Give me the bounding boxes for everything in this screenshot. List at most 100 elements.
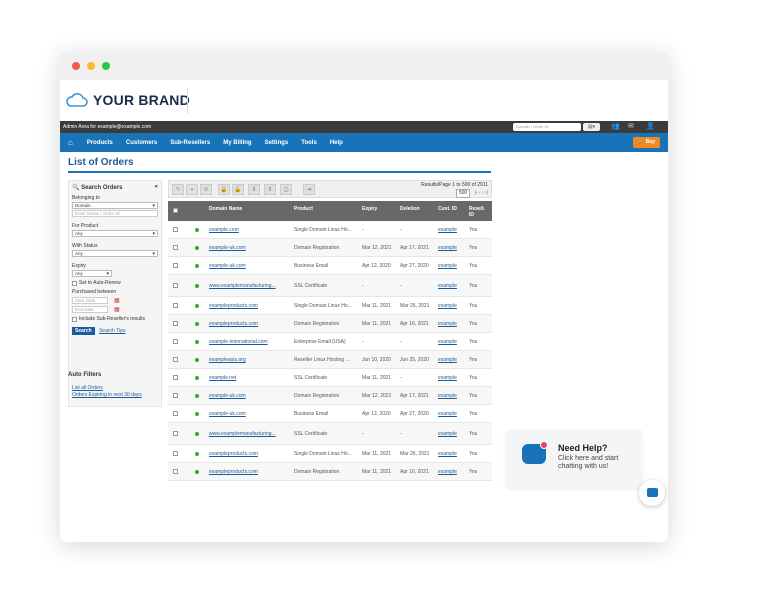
customer-id-link[interactable]: example — [438, 451, 457, 457]
need-help-widget[interactable]: Need Help? Click here and start chatting… — [506, 430, 642, 488]
download-icon[interactable]: ⬇ — [248, 184, 260, 195]
collapse-sidebar-icon[interactable]: « — [155, 184, 158, 191]
end-date-input[interactable]: End Date — [72, 306, 108, 313]
nav-help[interactable]: Help — [330, 140, 343, 146]
zoom-window-dot[interactable] — [102, 62, 110, 70]
customer-id-link[interactable]: example — [438, 393, 457, 399]
lock-icon[interactable]: 🔒 — [218, 184, 230, 195]
domain-link[interactable]: www.examplemanufacturing... — [209, 431, 289, 437]
row-checkbox[interactable] — [173, 283, 178, 290]
chat-launcher-button[interactable] — [639, 480, 665, 506]
search-type-dropdown[interactable]: ▤▾ — [583, 123, 600, 131]
table-row[interactable]: example.com Single Domain Linux Ho... - - ex… — [168, 221, 492, 239]
users-icon[interactable]: 👥 — [611, 122, 620, 130]
customer-id-link[interactable]: example — [438, 339, 457, 345]
customer-id-link[interactable]: example — [438, 303, 457, 309]
brand-logo-text[interactable]: YOUR BRAND — [93, 92, 190, 108]
row-checkbox[interactable] — [173, 411, 178, 418]
belonging-select[interactable]: Domain — [72, 202, 158, 209]
header-resell-id[interactable]: Resell. ID — [469, 206, 491, 218]
customer-id-link[interactable]: example — [438, 321, 457, 327]
table-row[interactable]: exampleproducts.com Domain Registration Ma… — [168, 315, 492, 333]
calendar-icon[interactable]: ▦ — [114, 297, 120, 304]
domain-link[interactable]: example-uk.com — [209, 393, 289, 399]
auto-renew-checkbox[interactable] — [72, 280, 77, 286]
auto-renew-option[interactable]: Set to Auto-Renew — [72, 280, 158, 286]
domain-link[interactable]: exampleproducts.com — [209, 321, 289, 327]
row-checkbox[interactable] — [173, 339, 178, 346]
unlock-icon[interactable]: 🔓 — [232, 184, 244, 195]
header-expiry[interactable]: Expiry — [362, 206, 377, 212]
include-subreseller-checkbox[interactable] — [72, 316, 77, 322]
page-navigation[interactable]: |‹ ‹ › ›| — [475, 190, 488, 196]
export-icon[interactable]: ⇥ — [303, 184, 315, 195]
row-checkbox[interactable] — [173, 393, 178, 400]
block-icon[interactable]: ⊘ — [200, 184, 212, 195]
table-row[interactable]: exampleproducts.com Single Domain Linux H… — [168, 297, 492, 315]
table-row[interactable]: exampleproducts.com Single Domain Linux H… — [168, 445, 492, 463]
customer-id-link[interactable]: example — [438, 283, 457, 289]
nav-products[interactable]: Products — [87, 140, 113, 146]
customer-id-link[interactable]: example — [438, 263, 457, 269]
row-checkbox[interactable] — [173, 451, 178, 458]
table-row[interactable]: example-uk.com Business Email Apr 12, 2020… — [168, 405, 492, 423]
domain-link[interactable]: exampleproducts.com — [209, 451, 289, 457]
header-domain[interactable]: Domain Name — [209, 206, 289, 212]
table-row[interactable]: example-uk.com Domain Registration Mar 12,… — [168, 387, 492, 405]
search-button[interactable]: Search — [72, 327, 95, 335]
order-search-input[interactable]: Domain / Order ID — [513, 123, 581, 131]
row-checkbox[interactable] — [173, 263, 178, 270]
row-checkbox[interactable] — [173, 245, 178, 252]
customer-id-link[interactable]: example — [438, 411, 457, 417]
nav-tools[interactable]: Tools — [301, 140, 317, 146]
minimize-window-dot[interactable] — [87, 62, 95, 70]
domain-link[interactable]: www.examplemanufacturing... — [209, 283, 289, 289]
expiring-orders-link[interactable]: Orders Expiring in next 30 days — [72, 392, 142, 398]
nav-customers[interactable]: Customers — [126, 140, 157, 146]
nav-my-billing[interactable]: My Billing — [223, 140, 251, 146]
domain-link[interactable]: example-uk.com — [209, 263, 289, 269]
domain-link[interactable]: example-uk.com — [209, 411, 289, 417]
row-checkbox[interactable] — [173, 227, 178, 234]
search-tips-link[interactable]: Search Tips — [99, 328, 125, 334]
status-select[interactable]: Any — [72, 250, 158, 257]
customer-id-link[interactable]: example — [438, 227, 457, 233]
header-cust-id[interactable]: Cust. ID — [438, 206, 462, 212]
list-all-orders-link[interactable]: List all Orders — [72, 385, 103, 391]
nav-settings[interactable]: Settings — [265, 140, 289, 146]
start-date-input[interactable]: Start Date — [72, 297, 108, 304]
row-checkbox[interactable] — [173, 357, 178, 364]
domain-link[interactable]: example-international.com — [209, 339, 289, 345]
table-row[interactable]: example-international.com Enterprise Emai… — [168, 333, 492, 351]
product-select[interactable]: Any — [72, 230, 158, 237]
pause-icon[interactable]: ⏸ — [186, 184, 198, 195]
home-icon[interactable]: ⌂ — [68, 138, 73, 147]
customer-id-link[interactable]: example — [438, 469, 457, 475]
table-row[interactable]: example-uk.com Business Email Apr 12, 2020… — [168, 257, 492, 275]
domain-link[interactable]: example.com — [209, 227, 289, 233]
upload-icon[interactable]: ⬆ — [264, 184, 276, 195]
row-checkbox[interactable] — [173, 321, 178, 328]
profile-icon[interactable]: 👤 — [646, 122, 655, 130]
table-row[interactable]: www.examplemanufacturing... SSL Certifica… — [168, 423, 492, 445]
table-row[interactable]: example.net SSL Certificate Mar 11, 2021 - e… — [168, 369, 492, 387]
select-all-checkbox[interactable] — [173, 208, 178, 215]
domain-link[interactable]: exampleasia.org — [209, 357, 289, 363]
edit-icon[interactable]: ✎ — [172, 184, 184, 195]
table-row[interactable]: exampleasia.org Reseller Linux Hosting ..… — [168, 351, 492, 369]
table-row[interactable]: example-uk.com Domain Registration Mar 12,… — [168, 239, 492, 257]
row-checkbox[interactable] — [173, 431, 178, 438]
row-checkbox[interactable] — [173, 375, 178, 382]
domain-link[interactable]: example-uk.com — [209, 245, 289, 251]
close-window-dot[interactable] — [72, 62, 80, 70]
customer-id-link[interactable]: example — [438, 245, 457, 251]
header-product[interactable]: Product — [294, 206, 358, 212]
domain-link[interactable]: exampleproducts.com — [209, 303, 289, 309]
expiry-select[interactable]: Any — [72, 270, 112, 277]
name-orderid-input[interactable]: Enter Name / Order ID — [72, 210, 158, 217]
row-checkbox[interactable] — [173, 469, 178, 476]
customer-id-link[interactable]: example — [438, 357, 457, 363]
customer-id-link[interactable]: example — [438, 431, 457, 437]
calendar-icon[interactable]: ▦ — [114, 306, 120, 313]
domain-link[interactable]: example.net — [209, 375, 289, 381]
